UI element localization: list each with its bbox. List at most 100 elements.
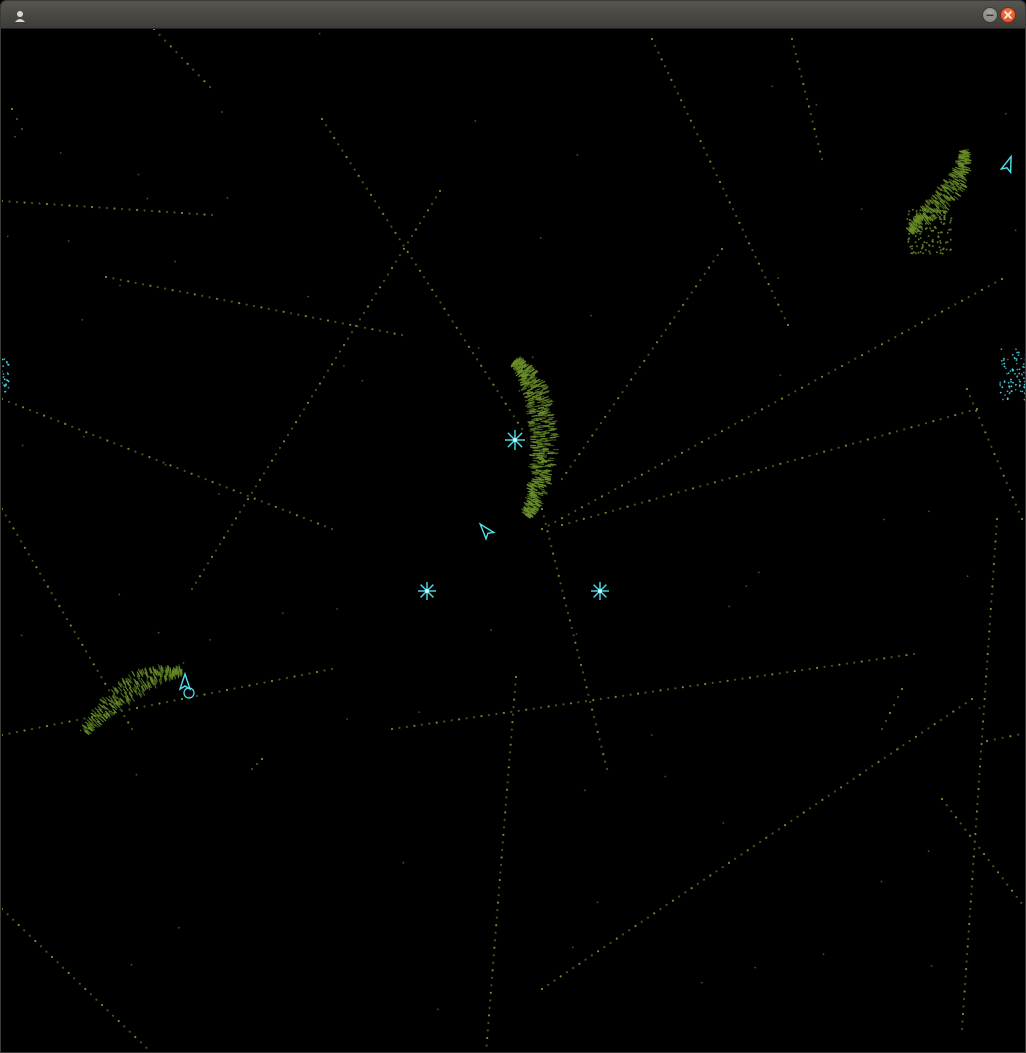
cyan-particle <box>1006 390 1009 393</box>
trail-dot <box>123 715 126 718</box>
fuzzy-dot <box>924 222 927 225</box>
fuzzy-dot <box>914 252 917 255</box>
trail-dot <box>542 515 546 518</box>
game-canvas[interactable] <box>2 29 1025 1052</box>
fuzzy-dot <box>908 237 910 240</box>
trail-dot <box>7 400 11 403</box>
trail-dot <box>204 478 207 481</box>
trail-dot <box>952 710 955 713</box>
trail-dot <box>208 85 212 89</box>
trail-dot <box>358 318 362 321</box>
stray-dot <box>137 173 140 176</box>
trail-dot <box>4 514 7 517</box>
trail-dot <box>119 278 122 281</box>
trail-dot <box>35 566 38 569</box>
trail-dot <box>28 934 31 937</box>
trail-dot <box>525 708 528 711</box>
trail-dot <box>981 424 984 427</box>
trail-dot <box>323 525 327 528</box>
trail-dot <box>113 442 116 445</box>
trail-dot <box>246 498 250 501</box>
trail-dot <box>85 650 88 653</box>
close-button[interactable] <box>1000 7 1016 23</box>
game-scene <box>2 29 1025 1052</box>
trail-dot <box>840 364 844 368</box>
trail-dot <box>802 811 805 814</box>
trail-dot <box>860 354 864 357</box>
trail-dot <box>940 797 944 801</box>
trail-dot <box>418 222 422 225</box>
trail-dot <box>838 663 841 666</box>
trail-dot <box>495 916 498 919</box>
trail-dot <box>559 582 562 585</box>
cyan-particle <box>1013 357 1016 359</box>
fuzzy-dot <box>936 209 939 212</box>
trail-dot <box>794 390 797 393</box>
trail-dot <box>490 976 494 979</box>
trail-dot <box>735 214 738 218</box>
trail-dot <box>719 680 722 684</box>
trail-dot <box>120 207 124 211</box>
trail-dot <box>987 438 990 441</box>
trail-dot <box>794 52 797 56</box>
trail-dot <box>514 683 517 686</box>
window-titlebar[interactable] <box>1 1 1025 29</box>
trail-dot <box>815 803 818 806</box>
trail-dot <box>471 352 475 355</box>
trail-dot <box>690 291 693 294</box>
trail-dot <box>410 257 413 260</box>
trail-dot <box>315 670 319 674</box>
trail-dot <box>974 292 977 295</box>
trail-dot <box>959 822 962 825</box>
trail-dot <box>827 794 830 797</box>
trail-dot <box>565 971 569 974</box>
trail-dot <box>322 376 326 379</box>
trail-dot <box>741 677 744 680</box>
trail-dot <box>171 289 174 292</box>
trail-dot <box>603 945 606 949</box>
trail-dot <box>555 567 559 570</box>
trail-dot <box>650 37 654 41</box>
trail-dot <box>920 321 924 324</box>
trail-dot <box>867 350 870 353</box>
trail-dot <box>999 467 1002 470</box>
trail-dot <box>371 328 374 331</box>
trail-dot <box>62 966 65 969</box>
trail-dot <box>370 299 374 302</box>
trail-dot <box>65 617 69 621</box>
trail-dot <box>582 446 585 449</box>
trail-dot <box>686 297 689 300</box>
trail-dot <box>599 422 603 425</box>
trail-dot <box>513 698 516 701</box>
trail-dot <box>982 852 986 856</box>
cyan-particle <box>1004 394 1006 396</box>
trail-dot <box>939 418 942 421</box>
trail-dot <box>330 667 334 671</box>
stray-dot <box>307 295 310 298</box>
trail-dot <box>378 286 382 289</box>
trail-dot <box>868 659 871 662</box>
trail-dot <box>158 33 161 36</box>
trail-dot <box>986 660 989 663</box>
trail-dot <box>260 757 264 761</box>
trail-dot <box>506 781 509 784</box>
trail-dot <box>406 241 410 244</box>
trail-dot <box>96 669 99 672</box>
trail-dot <box>796 815 799 818</box>
trail-dot <box>673 316 676 319</box>
cyan-particle <box>1007 381 1010 384</box>
trail-dot <box>982 712 985 716</box>
trail-dot <box>504 803 507 806</box>
trail-dot <box>128 208 131 211</box>
trail-dot <box>169 45 172 48</box>
minimize-button[interactable] <box>982 7 998 23</box>
trail-dot <box>761 269 764 272</box>
trail-dot <box>634 924 637 928</box>
trail-dot <box>338 350 342 353</box>
stray-dot <box>771 85 774 88</box>
fuzzy-dot <box>949 238 952 241</box>
fuzzy-dot <box>949 248 952 251</box>
trail-dot <box>731 208 735 211</box>
app-icon[interactable] <box>13 8 27 22</box>
fuzzy-dot <box>935 251 938 254</box>
